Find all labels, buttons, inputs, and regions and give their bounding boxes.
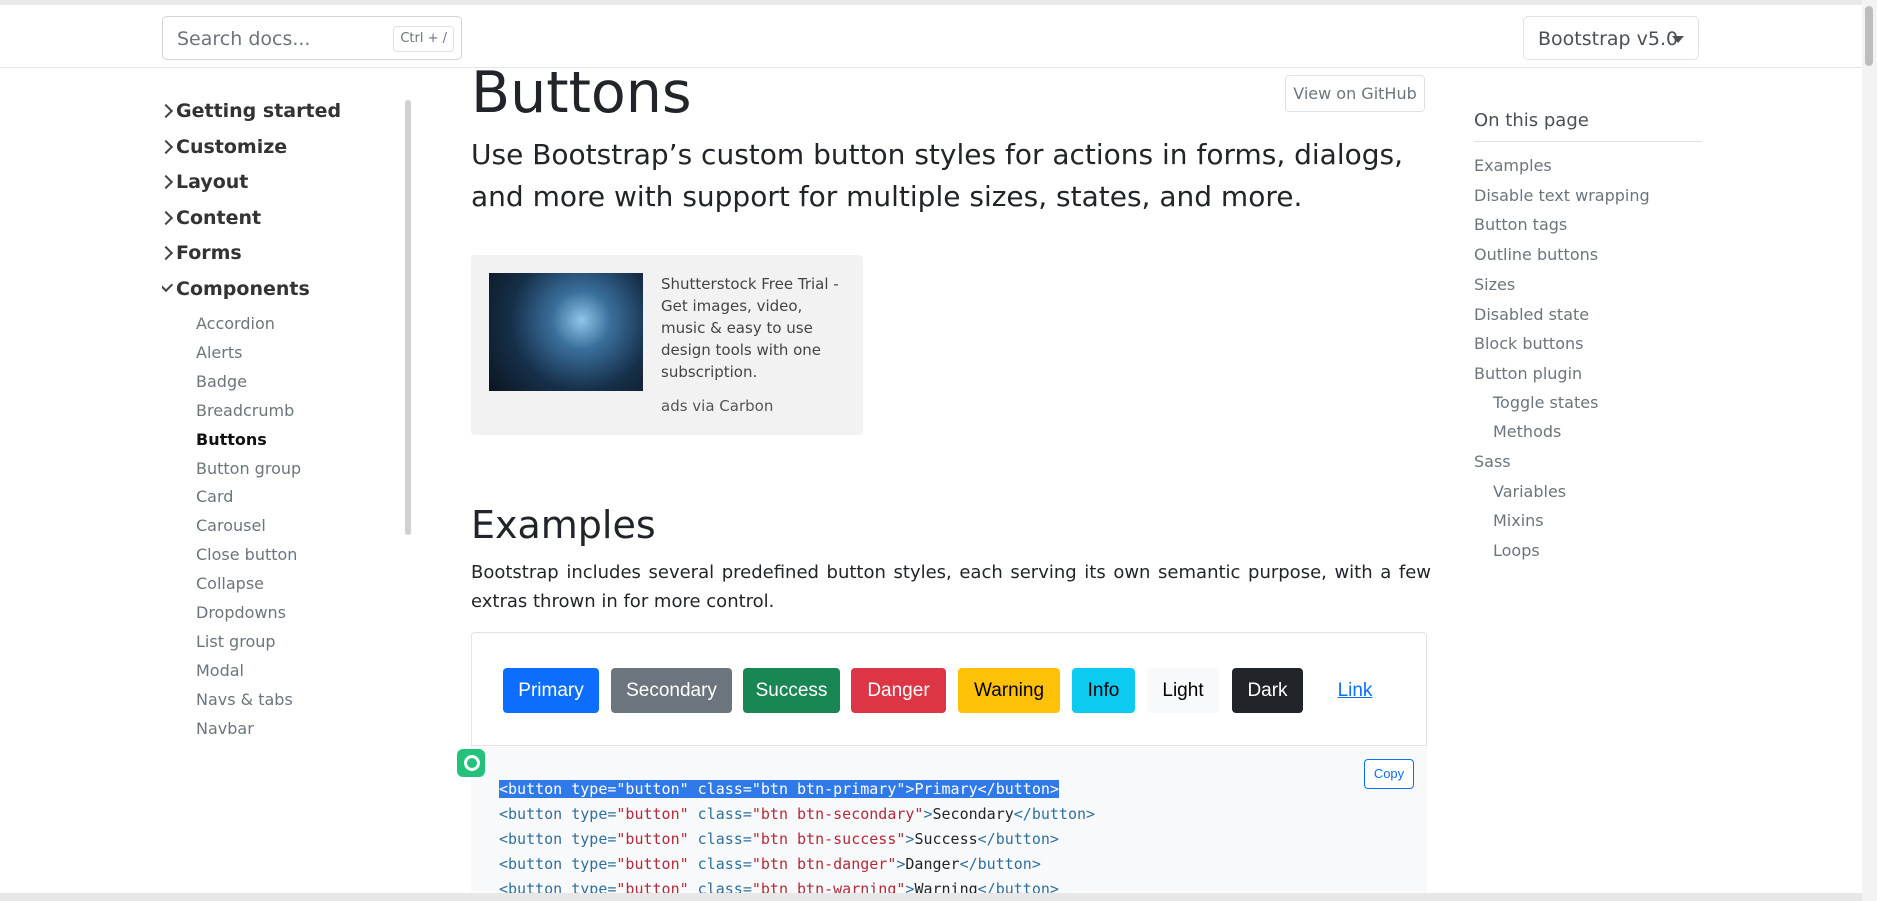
chevron-right-icon (162, 103, 174, 119)
sidebar-category-5[interactable]: Components (162, 277, 310, 300)
sidebar-category-2[interactable]: Layout (162, 171, 249, 193)
window-scrollbar[interactable] (1862, 0, 1877, 901)
button-examples-preview: Primary Secondary Success Danger Warning Info… (471, 632, 1427, 746)
toc-title: On this page (1474, 110, 1589, 131)
extension-icon[interactable] (457, 749, 485, 777)
toc-link[interactable]: Sizes (1474, 275, 1515, 294)
sidebar-category-label: Customize (176, 136, 288, 158)
sidebar-item[interactable]: Buttons (196, 430, 267, 449)
toc-link[interactable]: Outline buttons (1474, 245, 1598, 264)
code-line[interactable]: <button type="button" class="btn btn-dan… (499, 855, 1041, 873)
code-snippet: <button type="button" class="btn btn-pri… (471, 747, 1427, 893)
window-scrollbar-thumb[interactable] (1865, 6, 1873, 66)
view-on-github-button[interactable]: View on GitHub (1285, 75, 1425, 112)
toc-link[interactable]: Button tags (1474, 215, 1567, 234)
sidebar-item[interactable]: Button group (196, 459, 301, 478)
sidebar-category-label: Getting started (176, 100, 342, 122)
toc-link[interactable]: Toggle states (1493, 393, 1598, 412)
toc-link[interactable]: Disabled state (1474, 305, 1589, 324)
chevron-down-icon (162, 277, 174, 293)
toc-link[interactable]: Variables (1493, 482, 1566, 501)
sidebar-item[interactable]: List group (196, 632, 276, 651)
copy-button[interactable]: Copy (1364, 759, 1414, 789)
btn-warning[interactable]: Warning (958, 668, 1060, 713)
sidebar-category-4[interactable]: Forms (162, 242, 242, 264)
code-line[interactable]: <button type="button" class="btn btn-suc… (499, 830, 1059, 848)
ads-via-carbon-link[interactable]: ads via Carbon (661, 397, 773, 415)
btn-dark[interactable]: Dark (1232, 668, 1303, 713)
search-placeholder: Search docs... (177, 28, 311, 50)
sidebar-category-3[interactable]: Content (162, 207, 262, 229)
sidebar-item[interactable]: Breadcrumb (196, 401, 294, 420)
code-line[interactable]: <button type="button" class="btn btn-war… (499, 880, 1059, 893)
sidebar-item[interactable]: Badge (196, 372, 247, 391)
sidebar-category-label: Components (176, 278, 310, 300)
sidebar-item[interactable]: Close button (196, 545, 297, 564)
sidebar-category-label: Layout (176, 171, 249, 193)
sidebar-category-label: Content (176, 207, 262, 229)
toc-link[interactable]: Sass (1474, 452, 1511, 471)
toc-link[interactable]: Block buttons (1474, 334, 1583, 353)
sidebar-item[interactable]: Navs & tabs (196, 690, 293, 709)
btn-success[interactable]: Success (743, 668, 840, 713)
ad-image[interactable] (489, 273, 643, 391)
version-label: Bootstrap v5.0 (1538, 28, 1679, 50)
version-dropdown[interactable]: Bootstrap v5.0 (1523, 16, 1699, 60)
toc-divider (1474, 141, 1702, 142)
btn-link[interactable]: Link (1320, 668, 1390, 713)
carbon-ad[interactable]: Shutterstock Free Trial - Get images, vi… (471, 255, 863, 435)
code-line[interactable]: <button type="button" class="btn btn-sec… (499, 805, 1095, 823)
toc-link[interactable]: Examples (1474, 156, 1552, 175)
sidebar-category-1[interactable]: Customize (162, 136, 288, 158)
sidebar-item[interactable]: Dropdowns (196, 603, 286, 622)
btn-light[interactable]: Light (1147, 668, 1219, 713)
sidebar-category-0[interactable]: Getting started (162, 100, 342, 122)
sidebar-category-label: Forms (176, 242, 242, 264)
chevron-right-icon (162, 174, 174, 190)
sidebar-item[interactable]: Carousel (196, 516, 266, 535)
sidebar-item[interactable]: Accordion (196, 314, 275, 333)
toc-link[interactable]: Mixins (1493, 511, 1544, 530)
page-lead: Use Bootstrap’s custom button styles for… (471, 138, 1404, 213)
toc-link[interactable]: Methods (1493, 422, 1561, 441)
sidebar-item[interactable]: Card (196, 487, 233, 506)
btn-secondary[interactable]: Secondary (611, 668, 732, 713)
btn-info[interactable]: Info (1072, 668, 1135, 713)
examples-heading: Examples (471, 503, 656, 547)
sidebar-item[interactable]: Navbar (196, 719, 254, 738)
sidebar-scrollbar[interactable] (405, 100, 411, 535)
ad-text[interactable]: Shutterstock Free Trial - Get images, vi… (661, 273, 851, 383)
dropdown-caret-icon (1672, 36, 1684, 43)
toc-link[interactable]: Disable text wrapping (1474, 186, 1650, 205)
toc-link[interactable]: Loops (1493, 541, 1540, 560)
btn-primary[interactable]: Primary (503, 668, 599, 713)
search-input[interactable]: Search docs... Ctrl + / (162, 16, 462, 60)
sidebar-item[interactable]: Modal (196, 661, 244, 680)
chevron-right-icon (162, 245, 174, 261)
toc-link[interactable]: Button plugin (1474, 364, 1582, 383)
sidebar-item[interactable]: Collapse (196, 574, 264, 593)
examples-description: Bootstrap includes several predefined bu… (471, 562, 1431, 612)
bottom-strip (0, 893, 1862, 901)
search-shortcut-hint: Ctrl + / (393, 26, 454, 52)
btn-danger[interactable]: Danger (851, 668, 946, 713)
top-navbar: Search docs... Ctrl + / Bootstrap v5.0 (0, 0, 1862, 68)
code-line[interactable]: <button type="button" class="btn btn-pri… (499, 780, 1059, 798)
docs-sidebar: Getting started Customize Layout Content For… (162, 100, 402, 860)
chevron-right-icon (162, 210, 174, 226)
chevron-right-icon (162, 139, 174, 155)
page-title: Buttons (471, 60, 692, 126)
sidebar-item[interactable]: Alerts (196, 343, 242, 362)
